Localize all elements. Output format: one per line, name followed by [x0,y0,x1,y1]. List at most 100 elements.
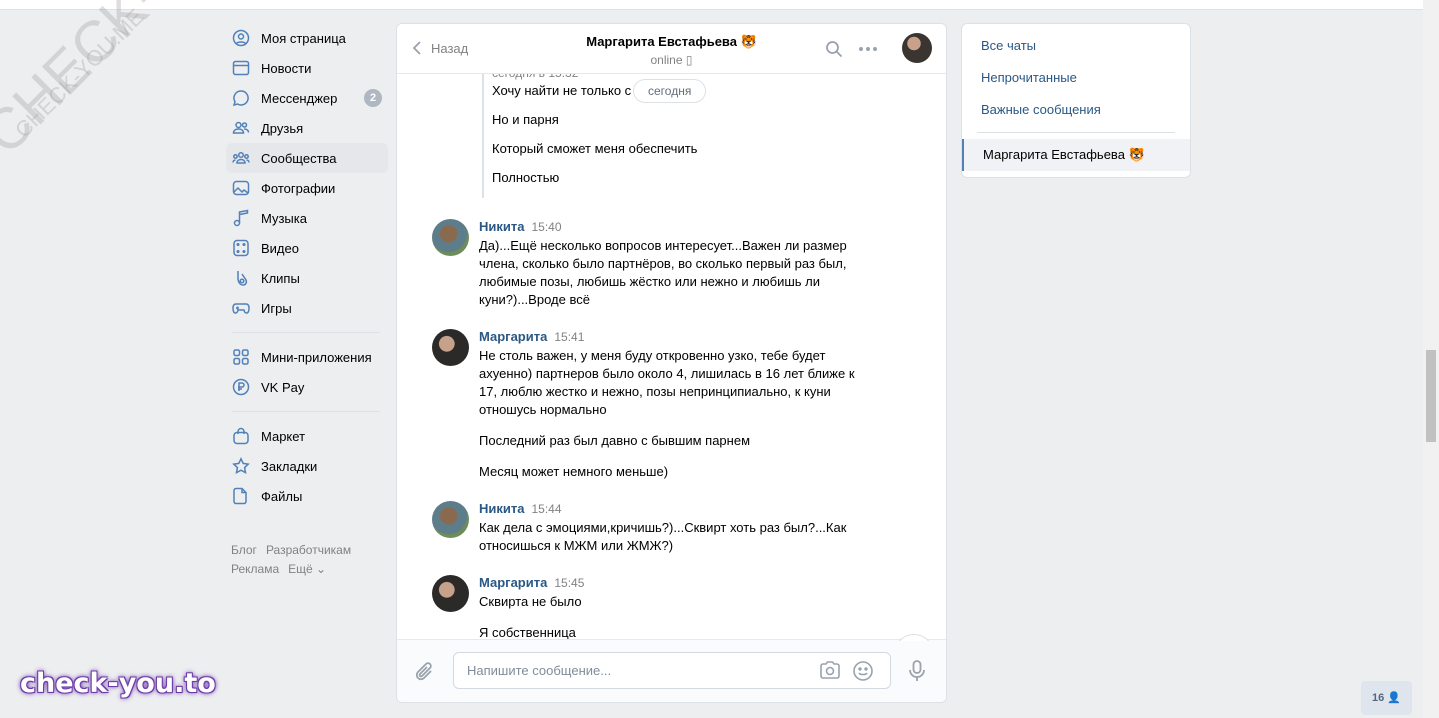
footer-link-dev[interactable]: Разработчикам [266,543,351,557]
bag-icon [232,427,250,445]
nav-item-video[interactable]: Видео [226,233,388,263]
nav-item-clips[interactable]: Клипы [226,263,388,293]
active-chat-item[interactable]: Маргарита Евстафьева 🐯 [962,139,1190,171]
chat-header: Назад Маргарита Евстафьева 🐯 online ▯ [397,24,946,74]
filter-important[interactable]: Важные сообщения [962,94,1190,126]
footer-link-blog[interactable]: Блог [231,543,257,557]
avatar[interactable] [432,219,469,256]
chat-filters: Все чаты Непрочитанные Важные сообщения … [961,23,1191,178]
message-time: 15:41 [554,330,585,344]
nav-label: Мини-приложения [261,349,372,365]
nav-label: Маркет [261,428,306,444]
footer-link-more[interactable]: Ещё ⌄ [288,562,326,576]
quoted-line: Полностью [492,170,560,185]
avatar[interactable] [432,575,469,612]
message-author[interactable]: Маргарита [479,575,547,590]
nav-item-vk-pay[interactable]: VK Pay [226,372,388,402]
nav-item-communities[interactable]: Сообщества [226,143,388,173]
filter-all-chats[interactable]: Все чаты [962,30,1190,62]
search-icon[interactable] [825,40,843,61]
message-author[interactable]: Никита [479,501,524,516]
nav-label: Новости [261,60,312,76]
nav-item-messenger[interactable]: Мессенджер 2 [226,83,388,113]
microphone-icon[interactable] [907,659,927,686]
nav-item-photos[interactable]: Фотографии [226,173,388,203]
emoji-icon[interactable] [852,660,874,685]
page-scrollbar[interactable] [1423,0,1439,718]
avatar[interactable] [432,501,469,538]
online-status: online [650,53,683,67]
nav-label: Клипы [261,270,300,286]
message-list: сегодня в 15:32 Хочу найти не только с Н… [397,74,946,641]
nav-divider [232,411,380,412]
file-icon [232,487,250,505]
nav-item-market[interactable]: Маркет [226,421,388,451]
nav-divider [232,332,380,333]
nav-label: VK Pay [261,379,305,395]
nav-item-bookmarks[interactable]: Закладки [226,451,388,481]
nav-label: Моя страница [261,30,346,46]
avatar[interactable] [432,329,469,366]
music-note-icon [232,209,250,227]
nav-label: Видео [261,240,299,256]
filter-unread[interactable]: Непрочитанные [962,62,1190,94]
message[interactable]: Никита 15:40 Да)...Ещё несколько вопросов… [432,219,862,309]
nav-item-mini-apps[interactable]: Мини-приложения [226,342,388,372]
nav-item-friends[interactable]: Друзья [226,113,388,143]
message-text: Месяц может немного меньше) [479,464,669,479]
scrollbar-thumb[interactable] [1426,350,1436,442]
filter-divider [977,132,1175,133]
message-text: Да)...Ещё несколько вопросов интересует.… [479,238,847,307]
nav-label: Файлы [261,488,303,504]
gamepad-icon [232,299,250,317]
friends-icon [232,119,250,137]
nav-item-music[interactable]: Музыка [226,203,388,233]
message-author[interactable]: Маргарита [479,329,547,344]
message-text: Последний раз был давно с бывшим парнем [479,433,751,448]
nav-item-my-page[interactable]: Моя страница [226,23,388,53]
nav-item-games[interactable]: Игры [226,293,388,323]
nav-label: Мессенджер [261,90,338,106]
date-pill: сегодня [633,79,707,103]
quoted-messages: сегодня в 15:32 Хочу найти не только с Н… [482,74,782,198]
message-text: Как дела с эмоциями,кричишь?)...Сквирт х… [479,520,847,553]
message[interactable]: Маргарита 15:41 Не столь важен, у меня бу… [432,329,862,481]
chat-bubble-icon [232,89,250,107]
mobile-icon: ▯ [685,53,693,67]
nav-label: Игры [261,300,292,316]
photo-icon [232,179,250,197]
paperclip-icon[interactable] [415,661,435,686]
message-text: Не столь важен, у меня буду откровенно у… [479,348,855,417]
message-author[interactable]: Никита [479,219,524,234]
chat-window: Назад Маргарита Евстафьева 🐯 online ▯ се… [396,23,947,703]
message-composer [397,639,946,702]
video-icon [232,239,250,257]
unread-badge: 2 [364,89,382,107]
more-icon[interactable] [858,40,878,61]
nav-label: Фотографии [261,180,336,196]
left-nav: Моя страница Новости Мессенджер 2 Друзья… [226,23,388,579]
message-text: Сквирта не было [479,594,582,609]
online-friends-counter[interactable]: 16 👤 [1361,681,1412,715]
message[interactable]: Маргарита 15:45 Сквирта не было Я собстве… [432,575,862,641]
grid-icon [232,348,250,366]
scroll-down-button[interactable] [894,634,934,641]
nav-item-files[interactable]: Файлы [226,481,388,511]
nav-label: Музыка [261,210,307,226]
quoted-line: Который сможет меня обеспечить [492,141,698,156]
message[interactable]: Никита 15:44 Как дела с эмоциями,кричишь?… [432,501,862,555]
clips-icon [232,269,250,287]
message-time: 15:45 [554,576,585,590]
footer-link-ads[interactable]: Реклама [231,562,279,576]
nav-label: Друзья [261,120,304,136]
message-time: 15:40 [531,220,562,234]
top-header-bar [0,0,1423,10]
peer-avatar[interactable] [902,33,932,63]
watermark-small: CHECK-YOU.ME [10,3,149,143]
brand-watermark: check-you.to [20,668,216,699]
nav-item-news[interactable]: Новости [226,53,388,83]
quoted-line: Но и парня [492,112,559,127]
camera-icon[interactable] [819,660,841,683]
user-circle-icon [232,29,250,47]
message-time: 15:44 [531,502,562,516]
